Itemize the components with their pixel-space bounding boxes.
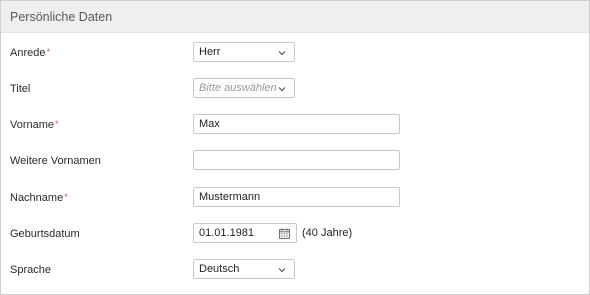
row-nachname: Nachname* Mustermann [1,187,589,209]
row-weitere-vornamen: Weitere Vornamen [1,150,589,172]
personal-data-panel: Persönliche Daten Anrede* Herr Titel Bit… [0,0,590,295]
sprache-value: Deutsch [199,263,240,275]
titel-select[interactable]: Bitte auswählen [193,78,295,98]
weitere-vornamen-input[interactable] [193,150,400,170]
row-geburtsdatum: Geburtsdatum 01.01.1981 (40 Jahre) [1,223,589,245]
panel-header: Persönliche Daten [1,1,589,33]
geburtsdatum-value: 01.01.1981 [199,227,255,239]
required-mark: * [64,192,68,202]
anrede-select[interactable]: Herr [193,42,295,62]
age-text: (40 Jahre) [302,227,353,239]
row-vorname: Vorname* Max [1,114,589,136]
weitere-vornamen-label: Weitere Vornamen [10,155,101,167]
anrede-label: Anrede* [10,47,50,59]
chevron-down-icon [278,51,286,56]
calendar-icon[interactable] [279,228,290,239]
geburtsdatum-label: Geburtsdatum [10,228,80,240]
titel-label: Titel [10,83,31,95]
titel-placeholder: Bitte auswählen [199,82,277,94]
sprache-select[interactable]: Deutsch [193,259,295,279]
anrede-value: Herr [199,46,221,58]
geburtsdatum-input[interactable]: 01.01.1981 [193,223,297,243]
chevron-down-icon [278,87,286,92]
vorname-input[interactable]: Max [193,114,400,134]
vorname-label: Vorname* [10,119,59,131]
vorname-value: Max [199,118,220,130]
required-mark: * [55,119,59,129]
row-sprache: Sprache Deutsch [1,259,589,281]
chevron-down-icon [278,268,286,273]
required-mark: * [46,47,50,57]
panel-title: Persönliche Daten [10,9,113,24]
sprache-label: Sprache [10,264,51,276]
nachname-value: Mustermann [199,191,261,203]
row-anrede: Anrede* Herr [1,42,589,64]
nachname-input[interactable]: Mustermann [193,187,400,207]
nachname-label: Nachname* [10,192,68,204]
row-titel: Titel Bitte auswählen [1,78,589,100]
